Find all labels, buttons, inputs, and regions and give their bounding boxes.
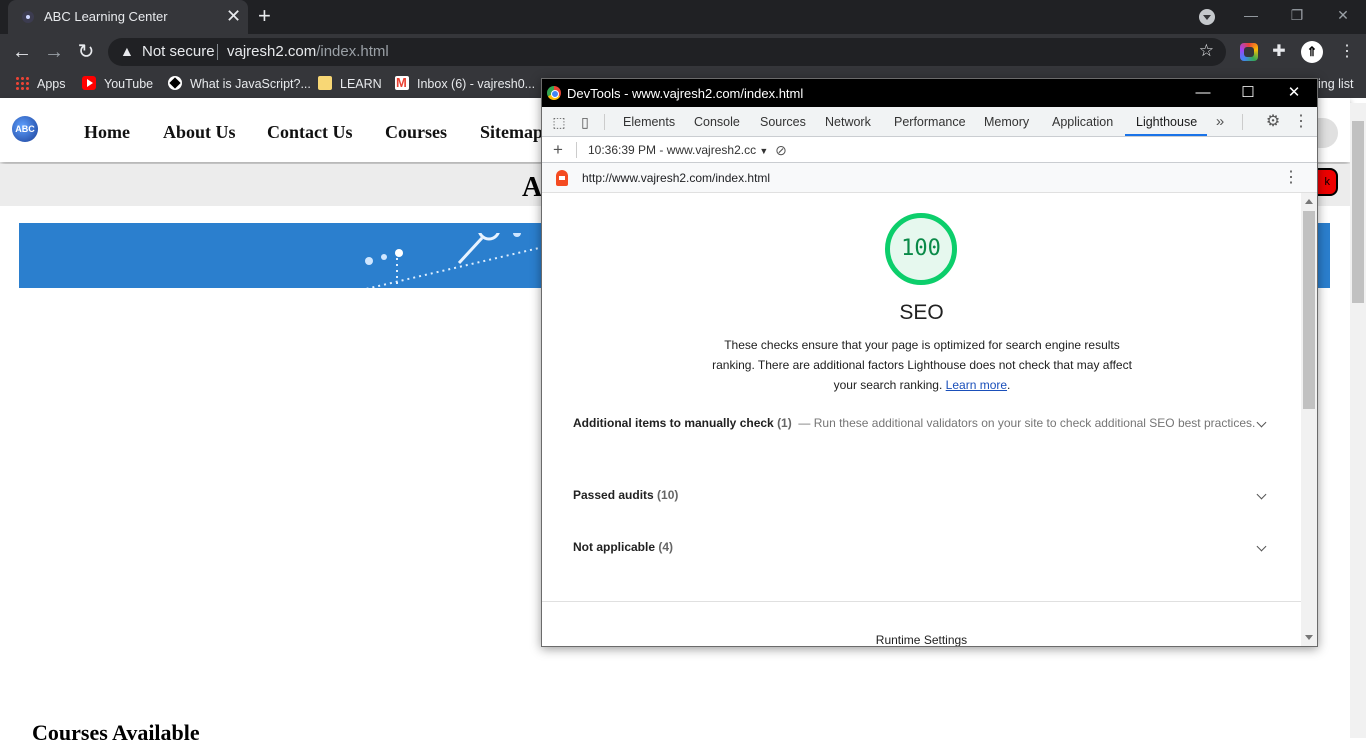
lighthouse-icon	[556, 170, 568, 186]
nav-about-us[interactable]: About Us	[163, 122, 236, 143]
devtools-scrollbar[interactable]	[1301, 193, 1317, 646]
bookmark-learn-folder[interactable]: LEARN	[318, 76, 382, 92]
url-text[interactable]: vajresh2.com/index.html	[227, 43, 389, 60]
report-url-bar: http://www.vajresh2.com/index.html ⋮	[542, 163, 1317, 193]
tab-divider	[604, 114, 605, 130]
reading-list-button[interactable]: ing list	[1318, 77, 1353, 91]
scroll-down-icon[interactable]	[1305, 635, 1313, 640]
nav-contact-us[interactable]: Contact Us	[267, 122, 353, 143]
bookmark-star-icon[interactable]: ☆	[1199, 41, 1214, 61]
bookmark-apps[interactable]: Apps	[15, 76, 66, 92]
devtools-scrollbar-thumb[interactable]	[1303, 211, 1315, 409]
page-scrollbar[interactable]	[1350, 103, 1366, 738]
tab-divider	[1242, 114, 1243, 130]
nav-courses[interactable]: Courses	[385, 122, 447, 143]
tab-performance[interactable]: Performance	[894, 115, 966, 129]
close-tab-icon[interactable]: ✕	[226, 6, 241, 26]
tab-elements[interactable]: Elements	[623, 115, 675, 129]
nav-sitemap[interactable]: Sitemap	[480, 122, 543, 143]
inspect-element-icon[interactable]: ⬚	[550, 113, 568, 131]
clear-reports-icon[interactable]: ⊘	[772, 141, 790, 159]
runtime-settings-heading[interactable]: Runtime Settings	[542, 633, 1301, 646]
profile-avatar-icon[interactable]: ⇑	[1301, 41, 1323, 63]
report-url[interactable]: http://www.vajresh2.com/index.html	[582, 171, 770, 185]
chrome-logo-icon	[547, 86, 561, 100]
toolbar-divider	[576, 142, 577, 158]
tab-lighthouse[interactable]: Lighthouse	[1136, 115, 1197, 129]
security-status[interactable]: Not secure	[142, 43, 215, 60]
devtools-window-title: DevTools - www.vajresh2.com/index.html	[567, 86, 804, 101]
page-scrollbar-thumb[interactable]	[1352, 121, 1364, 303]
bookmark-gmail[interactable]: Inbox (6) - vajresh0...	[395, 75, 535, 92]
expand-chevron-icon[interactable]	[1256, 419, 1266, 429]
nav-home[interactable]: Home	[84, 122, 130, 143]
more-tabs-icon[interactable]: »	[1211, 113, 1229, 131]
report-select[interactable]: 10:36:39 PM - www.vajresh2.cc ▼	[588, 143, 768, 157]
restore-window-button[interactable]: ❐	[1274, 0, 1320, 32]
apps-grid-icon	[15, 76, 29, 90]
devtools-window: DevTools - www.vajresh2.com/index.html —…	[541, 78, 1318, 647]
section-divider	[542, 601, 1301, 602]
abc-logo[interactable]: ABC	[12, 116, 38, 142]
expand-chevron-icon[interactable]	[1256, 491, 1266, 501]
courses-heading: Courses Available	[32, 720, 200, 745]
audit-group-manual[interactable]: Additional items to manually check (1) —…	[573, 413, 1263, 433]
scroll-up-icon[interactable]	[1305, 199, 1313, 204]
audit-group-not-applicable[interactable]: Not applicable (4)	[573, 537, 1263, 557]
devtools-menu-icon[interactable]: ⋮	[1292, 113, 1310, 131]
audit-group-passed[interactable]: Passed audits (10)	[573, 485, 1263, 505]
tab-title: ABC Learning Center	[44, 9, 168, 24]
tab-application[interactable]: Application	[1052, 115, 1113, 129]
bookmark-javascript[interactable]: What is JavaScript?...	[168, 76, 311, 92]
active-tab-indicator	[1125, 134, 1207, 136]
back-button[interactable]: ←	[10, 40, 34, 64]
dropdown-arrow-icon: ▼	[759, 146, 769, 156]
gmail-icon	[395, 75, 409, 91]
devtools-tab-bar: ⬚ ▯ Elements Console Sources Network Per…	[542, 107, 1317, 137]
extensions-puzzle-icon[interactable]: ✚	[1270, 43, 1288, 61]
lighthouse-toolbar: + 10:36:39 PM - www.vajresh2.cc ▼ ⊘	[542, 137, 1317, 163]
warning-icon: ▲	[120, 43, 134, 59]
close-window-button[interactable]: ✕	[1320, 0, 1366, 32]
new-tab-button[interactable]: +	[258, 4, 271, 28]
report-menu-icon[interactable]: ⋮	[1282, 169, 1300, 187]
tab-search-icon[interactable]	[1199, 9, 1215, 25]
javascript-icon	[168, 76, 182, 90]
site-favicon-icon	[22, 11, 34, 23]
lighthouse-report: 100 SEO These checks ensure that your pa…	[542, 193, 1301, 646]
learn-more-link[interactable]: Learn more	[946, 378, 1007, 392]
browser-toolbar: ← → ↻ ▲ Not secure vajresh2.com/index.ht…	[0, 34, 1366, 70]
address-bar[interactable]: ▲ Not secure vajresh2.com/index.html ☆	[108, 38, 1226, 66]
devtools-titlebar[interactable]: DevTools - www.vajresh2.com/index.html —…	[542, 79, 1317, 107]
tab-console[interactable]: Console	[694, 115, 740, 129]
tab-strip: ABC Learning Center ✕ + — ❐ ✕	[0, 0, 1366, 34]
settings-gear-icon[interactable]: ⚙	[1264, 113, 1282, 131]
reload-button[interactable]: ↻	[74, 40, 98, 64]
devtools-close-button[interactable]: ✕	[1283, 82, 1305, 104]
tab-memory[interactable]: Memory	[984, 115, 1029, 129]
browser-tab[interactable]: ABC Learning Center ✕	[8, 0, 248, 34]
devtools-minimize-button[interactable]: —	[1192, 82, 1214, 104]
new-report-plus-icon[interactable]: +	[549, 141, 567, 159]
tab-sources[interactable]: Sources	[760, 115, 806, 129]
seo-score-gauge[interactable]: 100	[885, 213, 957, 285]
minimize-window-button[interactable]: —	[1228, 0, 1274, 32]
chrome-menu-icon[interactable]: ⋮	[1338, 43, 1356, 61]
color-picker-extension-icon[interactable]	[1240, 43, 1258, 61]
folder-icon	[318, 76, 332, 90]
devtools-maximize-button[interactable]: ☐	[1237, 82, 1259, 104]
device-toolbar-icon[interactable]: ▯	[576, 113, 594, 131]
expand-chevron-icon[interactable]	[1256, 543, 1266, 553]
address-divider	[217, 44, 218, 60]
youtube-icon	[82, 76, 96, 90]
bookmark-youtube[interactable]: YouTube	[82, 76, 153, 92]
page-heading: A	[522, 172, 543, 203]
category-title: SEO	[899, 301, 944, 324]
tab-network[interactable]: Network	[825, 115, 871, 129]
forward-button[interactable]: →	[42, 40, 66, 64]
category-description: These checks ensure that your page is op…	[712, 338, 1132, 392]
